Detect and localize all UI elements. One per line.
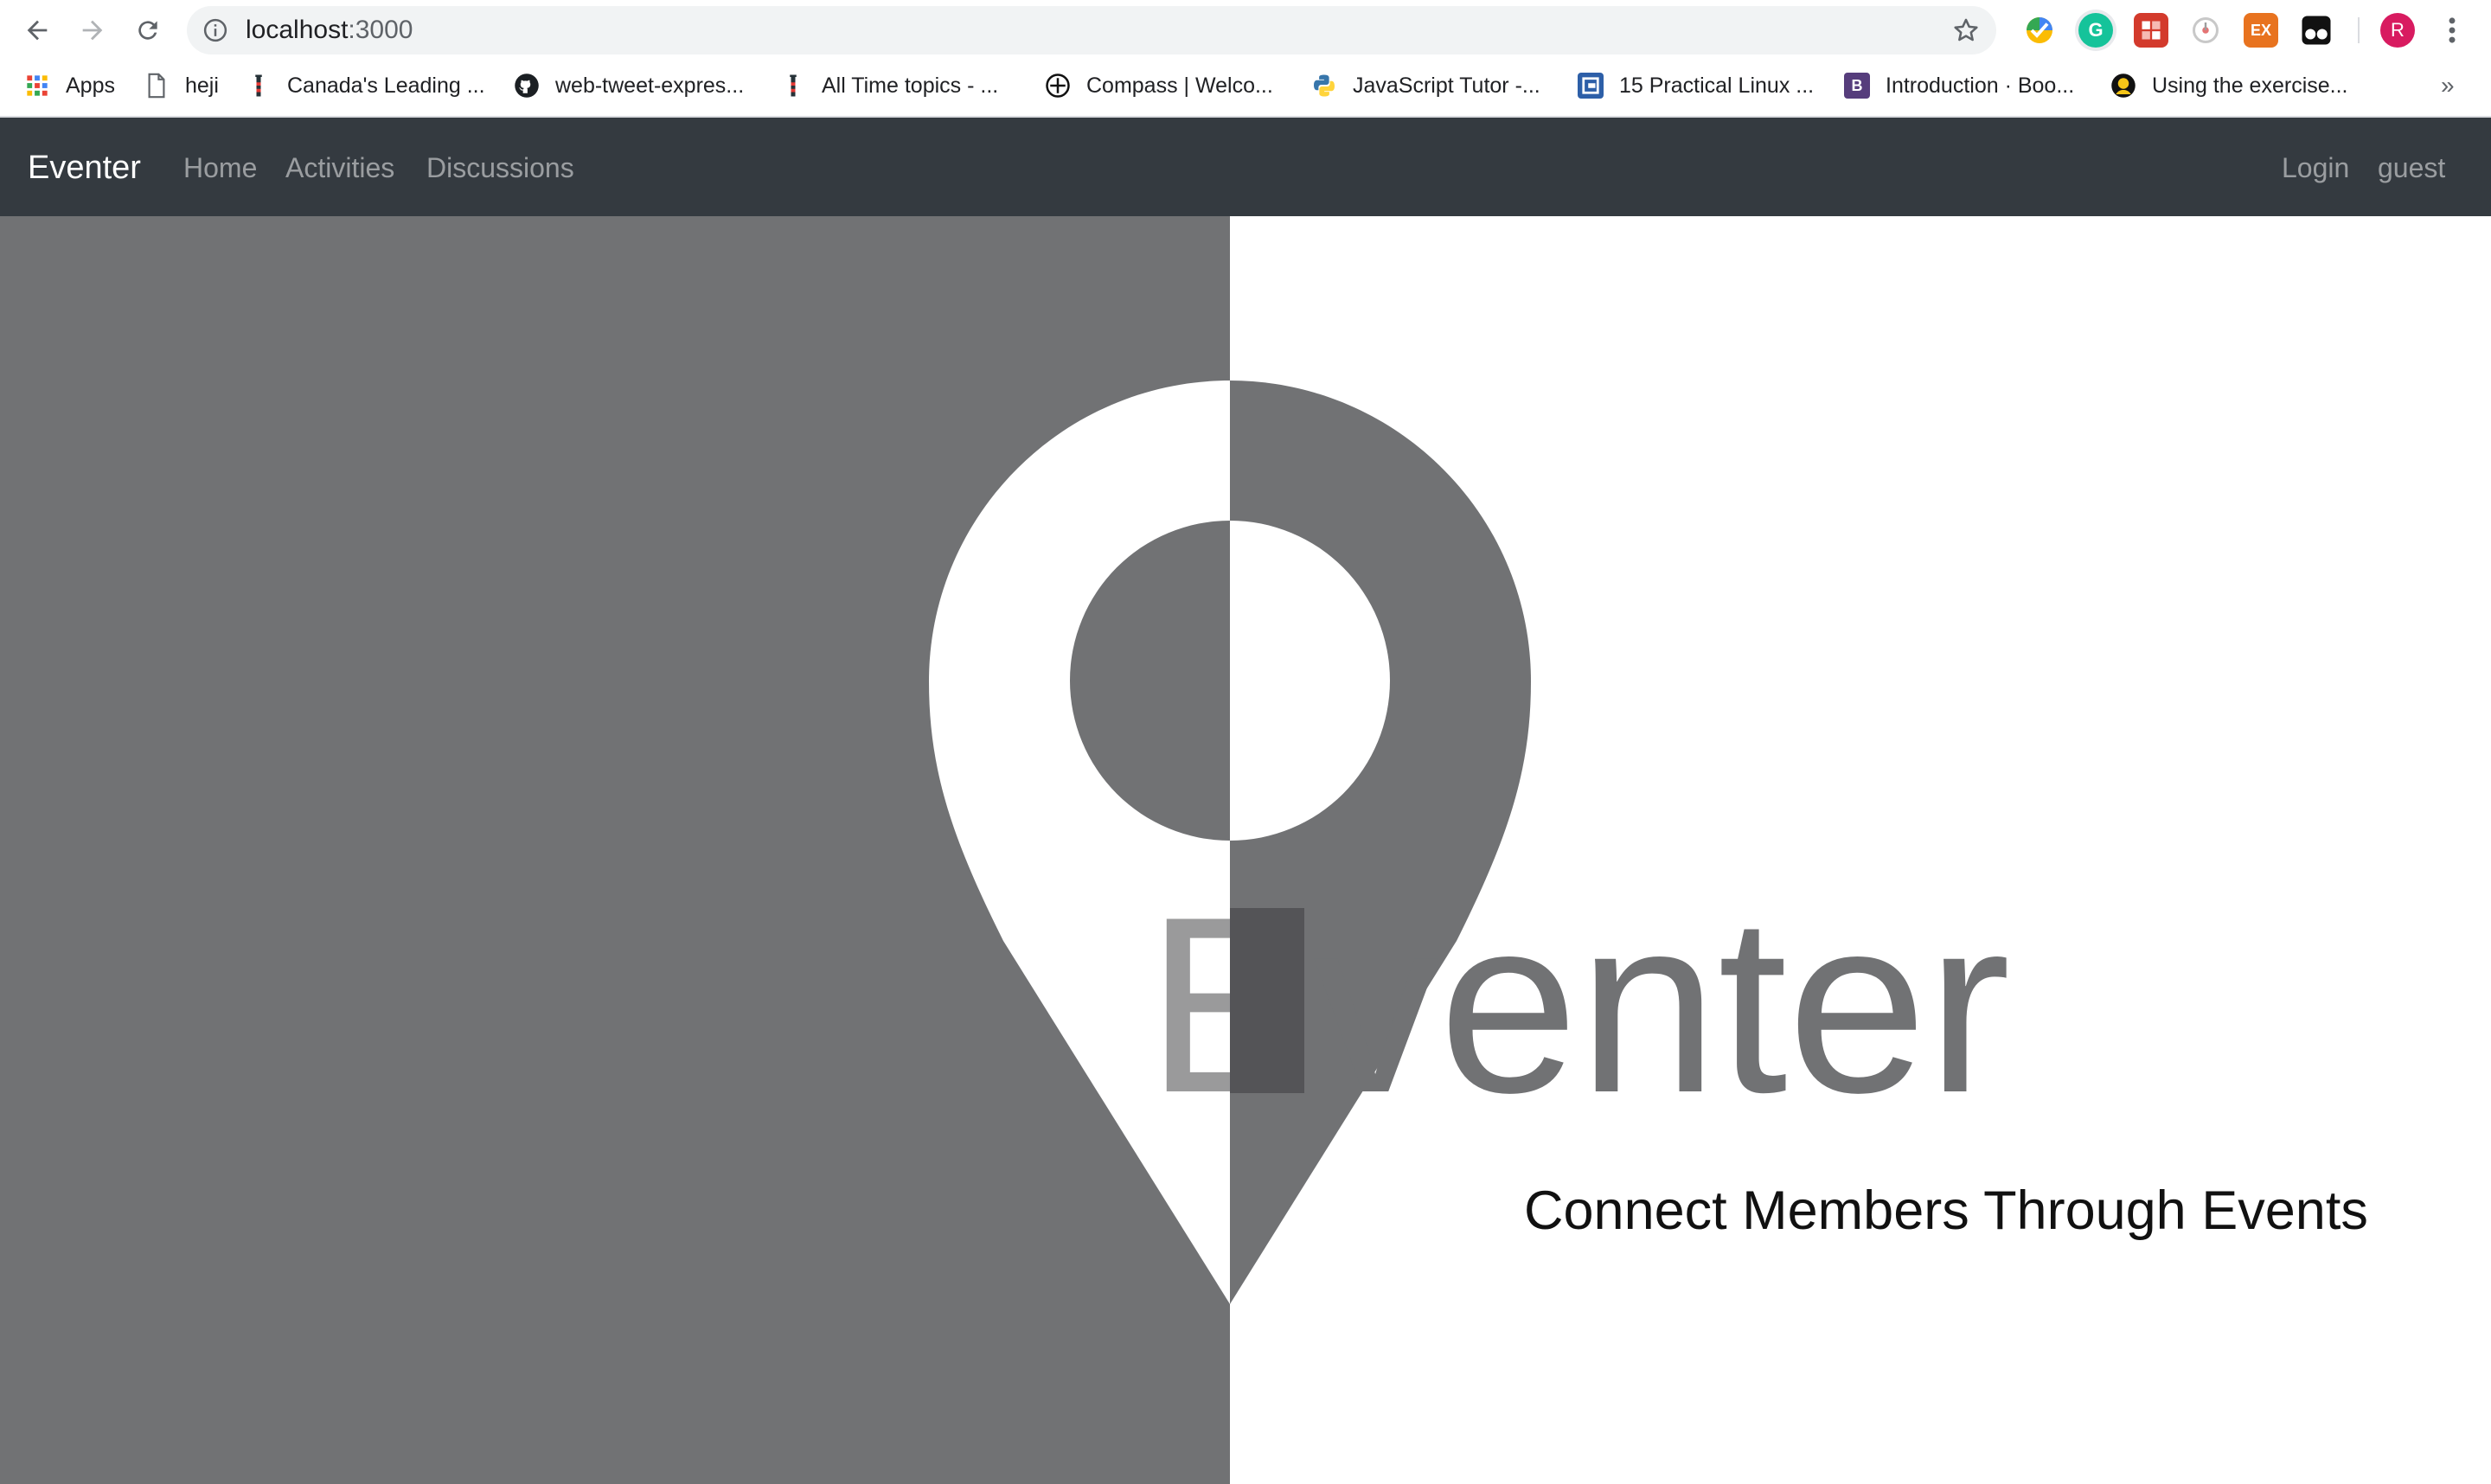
bootstrap-icon: B	[1844, 73, 1870, 99]
lighthouse-icon	[246, 73, 272, 99]
navbar-brand[interactable]: Eventer	[28, 138, 141, 197]
reload-button[interactable]	[125, 7, 171, 54]
bookmark-all-time-topics[interactable]: All Time topics - ...	[780, 67, 998, 104]
page-icon	[144, 73, 170, 99]
bookmark-star-icon[interactable]	[1951, 16, 1981, 49]
back-arrow-icon	[27, 20, 48, 41]
grammarly-glyph: G	[2088, 19, 2104, 41]
more-bookmarks-button[interactable]: »	[2441, 67, 2455, 104]
hero-section: Eventer Eventer Connect Members Through …	[0, 216, 2491, 1484]
nav-link-home[interactable]: Home	[183, 138, 257, 197]
bookmark-canadas-leading[interactable]: Canada's Leading ...	[246, 67, 485, 104]
hero-tagline: Connect Members Through Events	[1524, 1180, 2368, 1241]
bookmark-javascript-tutor[interactable]: JavaScript Tutor -...	[1311, 67, 1540, 104]
bookmark-label: Apps	[66, 73, 115, 98]
bookmark-introduction[interactable]: B Introduction · Boo...	[1844, 67, 2074, 104]
bookmark-label: 15 Practical Linux ...	[1619, 73, 1815, 98]
nav-link-guest[interactable]: guest	[2378, 138, 2445, 197]
profile-initial: R	[2391, 19, 2405, 41]
bookmark-web-tweet[interactable]: web-tweet-expres...	[514, 67, 744, 104]
bookmark-label: web-tweet-expres...	[555, 73, 745, 98]
url-host: localhost	[246, 16, 349, 44]
ex-extension-icon[interactable]: EX	[2244, 13, 2278, 48]
bookmark-label: Introduction · Boo...	[1886, 73, 2075, 98]
exercise-icon	[2110, 73, 2136, 99]
forward-button[interactable]	[69, 7, 116, 54]
lighthouse-icon	[780, 73, 806, 99]
forward-arrow-icon	[82, 20, 103, 41]
bookmark-label: All Time topics - ...	[822, 73, 999, 98]
ex-glyph: EX	[2250, 21, 2271, 39]
reload-icon	[138, 21, 157, 40]
bookmark-label: Using the exercise...	[2152, 73, 2348, 98]
nav-link-activities[interactable]: Activities	[285, 138, 394, 197]
browser-menu-icon[interactable]	[2439, 14, 2465, 51]
bookmark-practical-linux[interactable]: 15 Practical Linux ...	[1578, 67, 1814, 104]
nav-link-discussions[interactable]: Discussions	[426, 138, 574, 197]
profile-avatar[interactable]: R	[2380, 13, 2415, 48]
github-icon	[514, 73, 540, 99]
url-port: :3000	[348, 16, 413, 44]
compass-icon	[1045, 73, 1071, 99]
bookmark-label: Canada's Leading ...	[287, 73, 485, 98]
bookmark-compass[interactable]: Compass | Welco...	[1045, 67, 1273, 104]
more-bookmarks-glyph: »	[2441, 72, 2455, 99]
logo-e-overlay	[1230, 908, 1304, 1093]
bookmark-label: Compass | Welco...	[1086, 73, 1273, 98]
tampermonkey-extension-icon[interactable]	[2299, 13, 2334, 48]
bookmark-using-the-exercise[interactable]: Using the exercise...	[2110, 67, 2348, 104]
back-button[interactable]	[14, 7, 61, 54]
puzzle-extension-icon[interactable]	[2134, 13, 2168, 48]
grammarly-extension-icon[interactable]: G	[2078, 13, 2113, 48]
bookmark-heji[interactable]: heji	[144, 67, 219, 104]
toolbar-divider	[2358, 17, 2360, 43]
bookmark-apps[interactable]: Apps	[24, 67, 115, 104]
bootstrap-glyph: B	[1851, 76, 1863, 94]
address-bar-url[interactable]: localhost:3000	[246, 10, 413, 50]
python-icon	[1311, 73, 1337, 99]
apps-grid-icon	[24, 73, 50, 99]
site-info-icon[interactable]	[202, 17, 228, 48]
colorful-check-extension-icon[interactable]	[2022, 13, 2057, 48]
location-pin-logo: Eventer Eventer	[929, 381, 2010, 1304]
nav-link-login[interactable]: Login	[2282, 138, 2349, 197]
address-bar[interactable]	[187, 6, 1996, 54]
bookmark-label: JavaScript Tutor -...	[1353, 73, 1540, 98]
linux-icon	[1578, 73, 1604, 99]
timer-extension-icon[interactable]	[2188, 13, 2223, 48]
bookmark-label: heji	[185, 73, 219, 98]
